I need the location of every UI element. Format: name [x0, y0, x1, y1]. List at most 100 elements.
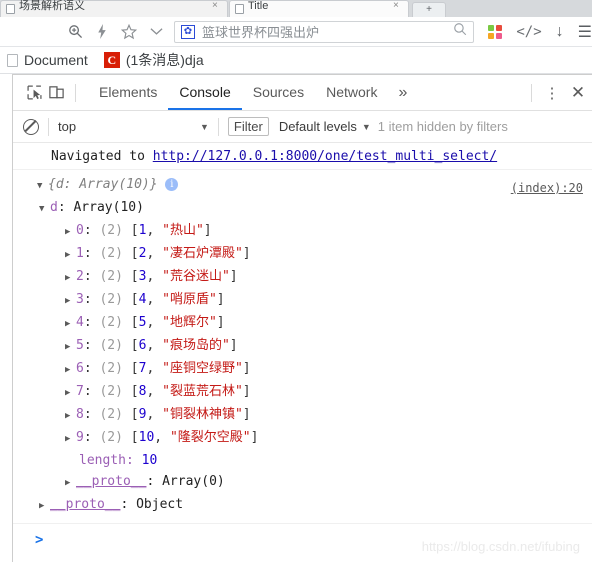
hamburger-menu-icon[interactable]: ☰: [578, 22, 592, 42]
info-badge-icon: i: [165, 178, 179, 191]
proto-object-row[interactable]: __proto__: Object: [13, 494, 592, 517]
console-log-area: Navigated to http://127.0.0.1:8000/one/t…: [13, 143, 592, 562]
array-item-row[interactable]: 6: (2) [7, "座铜空绿野"]: [13, 358, 592, 381]
chevron-down-icon[interactable]: ▼: [200, 122, 209, 132]
chevron-right-icon[interactable]: [65, 360, 76, 381]
array-key: d: [50, 200, 58, 215]
array-item-row[interactable]: 2: (2) [3, "荒谷迷山"]: [13, 266, 592, 289]
item-name: "痕场岛的": [162, 338, 230, 353]
array-length-row: length: 10: [13, 450, 592, 471]
kebab-menu-icon[interactable]: ⋮: [540, 84, 564, 102]
close-icon[interactable]: ×: [212, 1, 222, 11]
tab-console[interactable]: Console: [168, 75, 242, 110]
item-name: "裂蓝荒石林": [162, 384, 243, 399]
filter-input[interactable]: Filter: [227, 117, 269, 136]
chevron-right-icon[interactable]: [65, 337, 76, 358]
chevron-right-icon[interactable]: [65, 245, 76, 266]
tab-sources[interactable]: Sources: [242, 75, 315, 110]
chevron-right-icon[interactable]: [65, 268, 76, 289]
toolbar-divider: [75, 83, 76, 102]
array-item-row[interactable]: 9: (2) [10, "隆裂尔空殿"]: [13, 427, 592, 450]
item-id: 10: [138, 430, 155, 445]
devtools-toolbar-right: ⋮ ✕: [523, 83, 592, 103]
chevron-right-icon[interactable]: [65, 314, 76, 335]
new-tab-button[interactable]: +: [412, 2, 446, 17]
array-item-row[interactable]: 5: (2) [6, "痕场岛的"]: [13, 335, 592, 358]
star-icon[interactable]: [121, 23, 137, 40]
item-name: "隆裂尔空殿": [169, 430, 251, 445]
clear-console-icon[interactable]: [23, 118, 39, 135]
toolbar-divider: [531, 83, 532, 102]
item-index: 0: [76, 223, 84, 238]
item-index: 9: [76, 430, 84, 445]
inspect-element-icon[interactable]: [23, 82, 45, 104]
item-size: (2): [99, 338, 123, 353]
bookmark-csdn[interactable]: C (1条消息)dja: [103, 50, 204, 70]
search-icon[interactable]: [453, 22, 467, 41]
proto-value: : Array(0): [146, 474, 225, 489]
execution-context-select[interactable]: top: [58, 119, 200, 134]
array-item-row[interactable]: 7: (2) [8, "裂蓝荒石林"]: [13, 381, 592, 404]
browser-tab-1[interactable]: 场景解析语义 ×: [0, 0, 228, 17]
item-name: "热山": [162, 223, 204, 238]
item-index: 3: [76, 292, 84, 307]
chevron-down-icon[interactable]: [150, 27, 163, 36]
console-message-navigation: Navigated to http://127.0.0.1:8000/one/t…: [13, 143, 592, 170]
divider: [217, 117, 219, 136]
page-icon: [235, 4, 244, 14]
array-item-row[interactable]: 0: (2) [1, "热山"]: [13, 220, 592, 243]
close-icon[interactable]: ✕: [564, 83, 592, 103]
address-bar[interactable]: ✿ 篮球世界杯四强出炉: [174, 20, 475, 43]
item-name: "地辉尔": [162, 315, 217, 330]
download-icon[interactable]: ↓: [556, 23, 564, 41]
array-item-row[interactable]: 3: (2) [4, "哨原盾"]: [13, 289, 592, 312]
item-size: (2): [99, 223, 123, 238]
proto-array-row[interactable]: __proto__: Array(0): [13, 471, 592, 494]
chevron-right-icon[interactable]: [65, 383, 76, 404]
chevron-down-icon[interactable]: [39, 199, 50, 220]
chevron-right-icon[interactable]: [65, 222, 76, 243]
proto-value: : Object: [120, 497, 184, 512]
array-root-row[interactable]: d: Array(10): [13, 197, 592, 220]
chevron-down-icon[interactable]: [37, 176, 48, 197]
zoom-search-icon[interactable]: [68, 24, 83, 39]
code-icon[interactable]: </>: [516, 24, 541, 40]
more-tabs-icon[interactable]: »: [388, 84, 417, 102]
array-item-row[interactable]: 4: (2) [5, "地辉尔"]: [13, 312, 592, 335]
browser-tab-2[interactable]: Title ×: [229, 0, 409, 17]
item-name: "荒谷迷山": [162, 269, 230, 284]
array-type: Array(10): [73, 200, 144, 215]
array-item-row[interactable]: 8: (2) [9, "铜裂林神镇"]: [13, 404, 592, 427]
paw-icon: ✿: [181, 24, 195, 39]
chevron-right-icon[interactable]: [65, 429, 76, 450]
chevron-down-icon[interactable]: ▼: [362, 122, 371, 132]
chevron-right-icon[interactable]: [65, 473, 76, 494]
bookmark-document[interactable]: Document: [7, 52, 88, 68]
devtools-toolbar: Elements Console Sources Network » ⋮ ✕: [13, 75, 592, 111]
source-link[interactable]: (index):20: [511, 178, 583, 199]
close-icon[interactable]: ×: [393, 1, 403, 11]
item-name: "铜裂林神镇": [162, 407, 243, 422]
csdn-icon: C: [103, 52, 120, 68]
divider: [48, 117, 49, 136]
browser-window: 场景解析语义 × Title × + ✿ 篮球世界杯四强出炉 </> ↓ ☰ D…: [0, 0, 592, 562]
array-item-row[interactable]: 1: (2) [2, "凄石炉潭殿"]: [13, 243, 592, 266]
chevron-right-icon[interactable]: [65, 291, 76, 312]
apps-grid-icon[interactable]: [488, 24, 503, 39]
browser-tab-title: Title: [248, 0, 269, 12]
device-toolbar-icon[interactable]: [45, 82, 67, 104]
chevron-right-icon[interactable]: [65, 406, 76, 427]
item-index: 4: [76, 315, 84, 330]
tab-network[interactable]: Network: [315, 75, 388, 110]
browser-tab-strip: 场景解析语义 × Title × +: [0, 0, 592, 17]
item-name: "凄石炉潭殿": [162, 246, 243, 261]
log-levels-select[interactable]: Default levels: [279, 119, 357, 134]
toolbar-right-icons: </> ↓ ☰: [488, 22, 592, 42]
item-size: (2): [99, 292, 123, 307]
object-header-row[interactable]: {d: Array(10)} i (index):20: [13, 174, 592, 197]
chevron-right-icon[interactable]: [39, 496, 50, 517]
navigation-url[interactable]: http://127.0.0.1:8000/one/test_multi_sel…: [153, 149, 497, 164]
lightning-icon[interactable]: [96, 24, 108, 39]
console-filter-bar: top ▼ Filter Default levels ▼ 1 item hid…: [13, 111, 592, 143]
tab-elements[interactable]: Elements: [88, 75, 168, 110]
